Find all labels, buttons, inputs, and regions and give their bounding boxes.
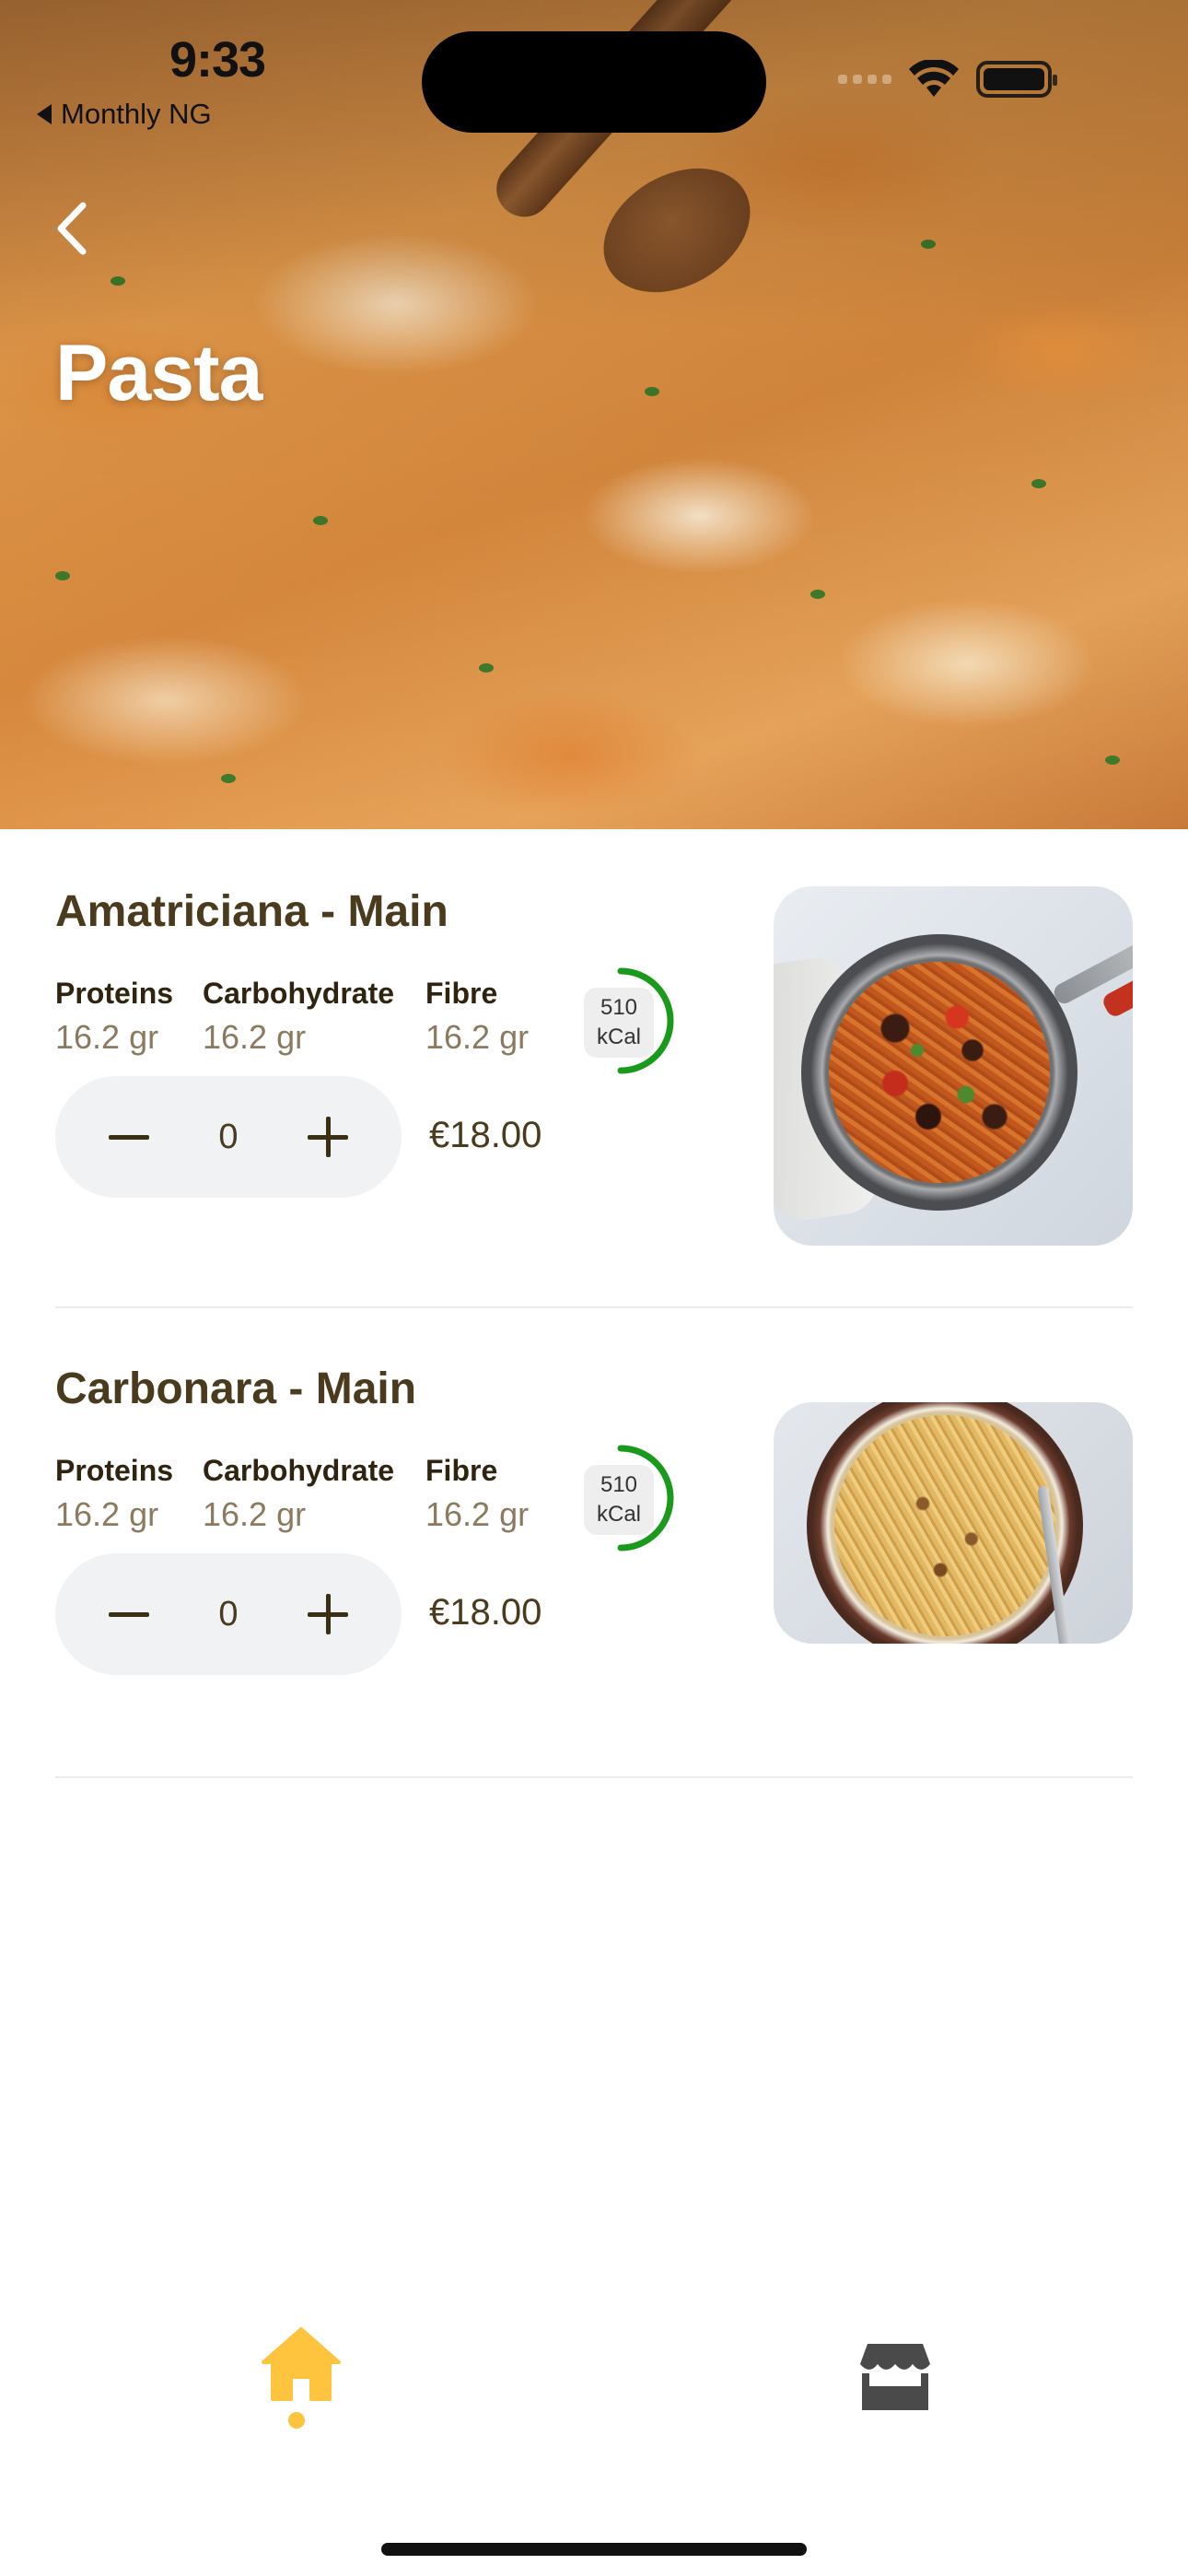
nutrient-label: Proteins	[55, 977, 174, 1010]
nutrient-value: 16.2 gr	[55, 1495, 159, 1533]
store-icon	[860, 2344, 930, 2410]
kcal-unit: kCal	[596, 1025, 641, 1049]
nutrient-value: 16.2 gr	[425, 1495, 530, 1533]
nutrient-value: 16.2 gr	[55, 1018, 159, 1056]
nutrient-fibre: Fibre 16.2 gr	[425, 977, 529, 1057]
nav-home-button[interactable]	[262, 2325, 341, 2401]
nutrient-value: 16.2 gr	[425, 1018, 530, 1056]
wifi-icon	[909, 60, 959, 97]
nutrient-label: Proteins	[55, 1454, 174, 1487]
quantity-value: 0	[218, 1594, 239, 1633]
product-price: €18.00	[429, 1592, 542, 1633]
divider	[55, 1306, 1133, 1308]
dynamic-island	[422, 31, 766, 133]
nutrient-value: 16.2 gr	[203, 1495, 307, 1533]
status-indicators	[838, 57, 1057, 101]
nutrient-proteins: Proteins 16.2 gr	[55, 1454, 173, 1534]
nutrient-label: Fibre	[425, 1454, 498, 1487]
nutrient-value: 16.2 gr	[203, 1018, 307, 1056]
cellular-signal-icon	[838, 75, 891, 84]
status-back-to-app[interactable]: Monthly NG	[37, 98, 212, 131]
battery-icon	[976, 61, 1057, 98]
kcal-badge: 510 kCal	[584, 1465, 654, 1535]
nutrient-label: Fibre	[425, 977, 498, 1010]
kcal-ring: 510 kCal	[564, 1439, 678, 1557]
divider	[55, 1776, 1133, 1778]
nutrient-proteins: Proteins 16.2 gr	[55, 977, 173, 1057]
back-arrow-icon	[37, 104, 52, 124]
nutrient-carbohydrate: Carbohydrate 16.2 gr	[203, 1454, 394, 1534]
product-card[interactable]: Carbonara - Main Proteins 16.2 gr Carboh…	[0, 1364, 1188, 1787]
status-back-label: Monthly NG	[61, 98, 212, 130]
quantity-value: 0	[218, 1117, 239, 1156]
page-title: Pasta	[55, 329, 262, 417]
nutrient-fibre: Fibre 16.2 gr	[425, 1454, 529, 1534]
product-name: Amatriciana - Main	[55, 887, 448, 936]
nutrient-label: Carbohydrate	[203, 1454, 395, 1487]
status-time: 9:33	[169, 32, 266, 88]
product-image	[774, 886, 1133, 1246]
home-icon	[262, 2327, 341, 2401]
product-card[interactable]: Amatriciana - Main Proteins 16.2 gr Carb…	[0, 886, 1188, 1310]
kcal-badge: 510 kCal	[584, 988, 654, 1058]
chevron-left-icon	[57, 202, 87, 255]
kcal-ring: 510 kCal	[564, 962, 678, 1080]
quantity-stepper: 0	[55, 1553, 402, 1675]
nutrient-carbohydrate: Carbohydrate 16.2 gr	[203, 977, 394, 1057]
kcal-value: 510	[600, 1471, 638, 1497]
product-image	[774, 1402, 1133, 1644]
decrease-quantity-button[interactable]	[107, 1115, 151, 1159]
nav-store-button[interactable]	[858, 2340, 932, 2410]
increase-quantity-button[interactable]	[306, 1115, 350, 1159]
kcal-unit: kCal	[596, 1502, 641, 1527]
kcal-value: 510	[600, 994, 638, 1020]
product-name: Carbonara - Main	[55, 1364, 417, 1413]
nav-active-indicator	[288, 2412, 305, 2429]
home-indicator	[381, 2543, 807, 2556]
quantity-stepper: 0	[55, 1076, 402, 1198]
nutrient-label: Carbohydrate	[203, 977, 395, 1010]
increase-quantity-button[interactable]	[306, 1592, 350, 1636]
product-price: €18.00	[429, 1115, 542, 1155]
back-button[interactable]	[44, 195, 99, 262]
decrease-quantity-button[interactable]	[107, 1592, 151, 1636]
